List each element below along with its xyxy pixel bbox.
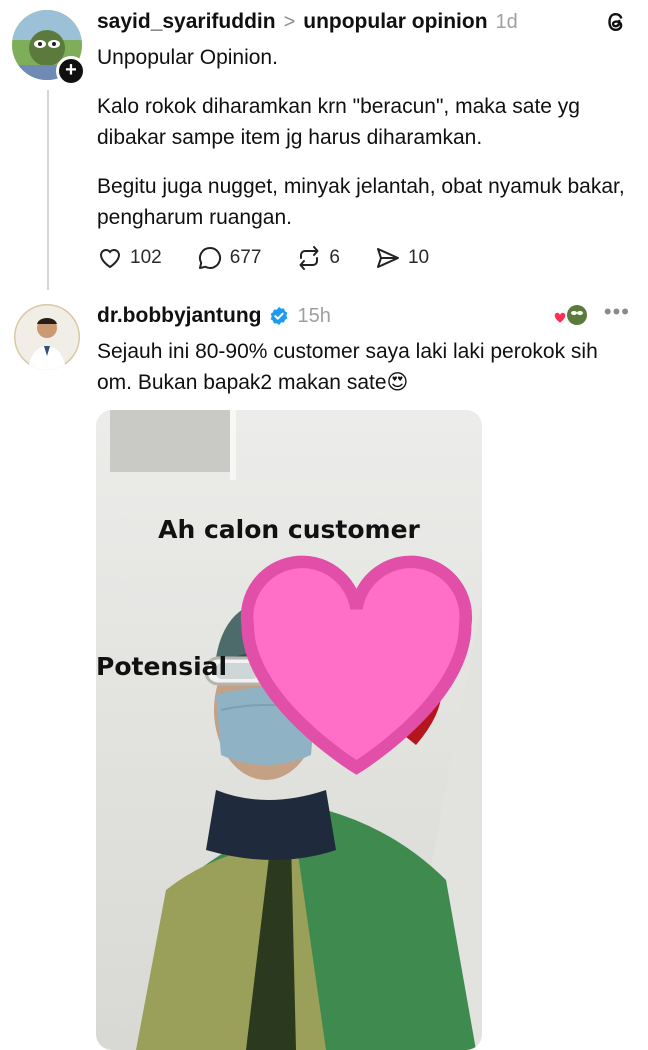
paper-plane-icon (376, 248, 399, 268)
video-thumbnail[interactable]: Ah calon customer Potensial (96, 410, 482, 1050)
like-button[interactable]: 102 (96, 244, 162, 272)
paragraph-2: Kalo rokok diharamkan krn "beracun", mak… (97, 95, 580, 149)
share-count: 10 (407, 247, 430, 268)
username[interactable]: sayid_syarifuddin (97, 10, 276, 34)
post-body: Unpopular Opinion. Kalo rokok diharamkan… (97, 42, 632, 251)
like-count: 102 (130, 247, 162, 268)
video-caption: Ah calon customer Potensial (96, 510, 482, 784)
caption-line-1: Ah calon customer (158, 515, 420, 544)
comment-button[interactable]: 677 (196, 244, 262, 272)
liked-by-avatars-icon[interactable] (552, 303, 590, 329)
timestamp: 15h (297, 304, 331, 327)
avatar-sayid[interactable]: + (12, 10, 86, 86)
reply-text: Sejauh ini 80-90% customer saya laki lak… (97, 340, 598, 394)
action-bar: 102 677 6 10 (96, 244, 463, 272)
post-sayid: + sayid_syarifuddin > unpopular opinion … (0, 0, 648, 290)
paragraph-3: Begitu juga nugget, minyak jelantah, oba… (97, 175, 625, 229)
post-body: Sejauh ini 80-90% customer saya laki lak… (97, 336, 632, 416)
post-bobby: dr.bobbyjantung 15h ••• Sejauh ini 80-90… (0, 290, 648, 1050)
post-header: sayid_syarifuddin > unpopular opinion 1d (97, 7, 630, 37)
repost-arrows-icon (299, 246, 319, 270)
threads-logo-icon[interactable] (602, 8, 630, 36)
chevron-right-icon: > (283, 10, 296, 33)
repost-count: 6 (329, 247, 340, 268)
comment-count: 677 (229, 247, 262, 268)
topic-tag[interactable]: unpopular opinion (303, 10, 487, 34)
paragraph-1: Unpopular Opinion. (97, 46, 278, 69)
repost-button[interactable]: 6 (295, 244, 340, 272)
pink-heart-icon (240, 555, 473, 775)
heart-outline-icon (99, 249, 121, 269)
verified-badge-icon (271, 307, 288, 325)
post-header: dr.bobbyjantung 15h ••• (97, 301, 630, 331)
speech-bubble-icon (198, 246, 221, 269)
avatar-bobby[interactable] (14, 304, 80, 370)
username[interactable]: dr.bobbyjantung (97, 304, 261, 328)
caption-line-2: Potensial (96, 652, 228, 682)
share-button[interactable]: 10 (374, 244, 429, 272)
more-dots-icon[interactable]: ••• (604, 301, 630, 323)
follow-plus-icon[interactable]: + (56, 56, 86, 86)
avatar-image (14, 304, 80, 370)
timestamp: 1d (495, 10, 518, 33)
